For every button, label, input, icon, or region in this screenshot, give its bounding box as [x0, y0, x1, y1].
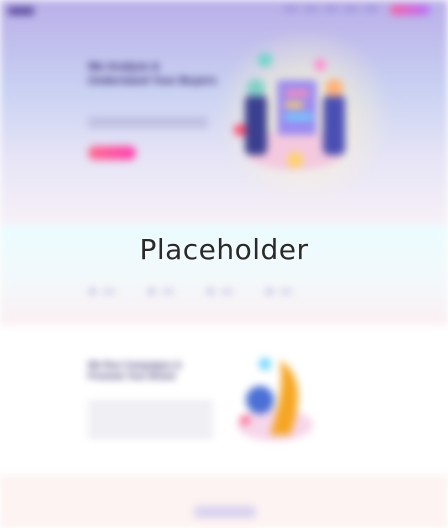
illus-person-right [323, 95, 345, 155]
nav-item[interactable] [364, 7, 378, 11]
illus-person [246, 386, 274, 414]
site-logo[interactable] [8, 7, 34, 15]
stat-dot-icon [90, 289, 95, 294]
illus-bubble [234, 124, 246, 136]
feature-text [88, 402, 213, 442]
nav-item[interactable] [284, 7, 298, 11]
stat-item [149, 289, 174, 294]
nav-cta-button[interactable] [390, 5, 430, 15]
stat-item [90, 289, 115, 294]
stat-dot-icon [149, 289, 154, 294]
stats-row [90, 289, 292, 294]
stat-dot-icon [267, 289, 272, 294]
hero-cta-button[interactable] [88, 146, 136, 160]
illus-bubble [314, 59, 326, 71]
stat-dot-icon [208, 289, 213, 294]
hero-subtitle [88, 118, 208, 128]
illus-head-left [247, 79, 265, 97]
illus-head-right [325, 79, 343, 97]
feature-section [0, 325, 448, 475]
nav-item[interactable] [324, 7, 338, 11]
footer-section [0, 475, 448, 528]
illus-board-bar [285, 114, 313, 120]
stat-label [280, 290, 292, 293]
stat-label [162, 290, 174, 293]
stat-label [221, 290, 233, 293]
nav-item[interactable] [304, 7, 318, 11]
stat-item [267, 289, 292, 294]
hero-illustration [234, 53, 345, 170]
illus-bubble [258, 53, 272, 67]
stat-label [103, 290, 115, 293]
illus-bubble [240, 415, 250, 425]
stat-item [208, 289, 233, 294]
feature-illustration [237, 358, 313, 441]
illus-board-bar [285, 102, 303, 108]
placeholder-label: Placeholder [139, 233, 309, 266]
footer-badge[interactable] [194, 506, 256, 518]
illus-board-bar [285, 90, 309, 96]
illus-person-left [245, 95, 267, 155]
hero-title: We Analyze & Understand Your Buyers [88, 61, 217, 87]
nav-item[interactable] [344, 7, 358, 11]
feature-title: We Run Campaigns & Promote Your Brand [88, 360, 182, 381]
illus-bubble [287, 152, 303, 168]
top-nav [284, 7, 378, 11]
illus-bubble [259, 358, 271, 370]
